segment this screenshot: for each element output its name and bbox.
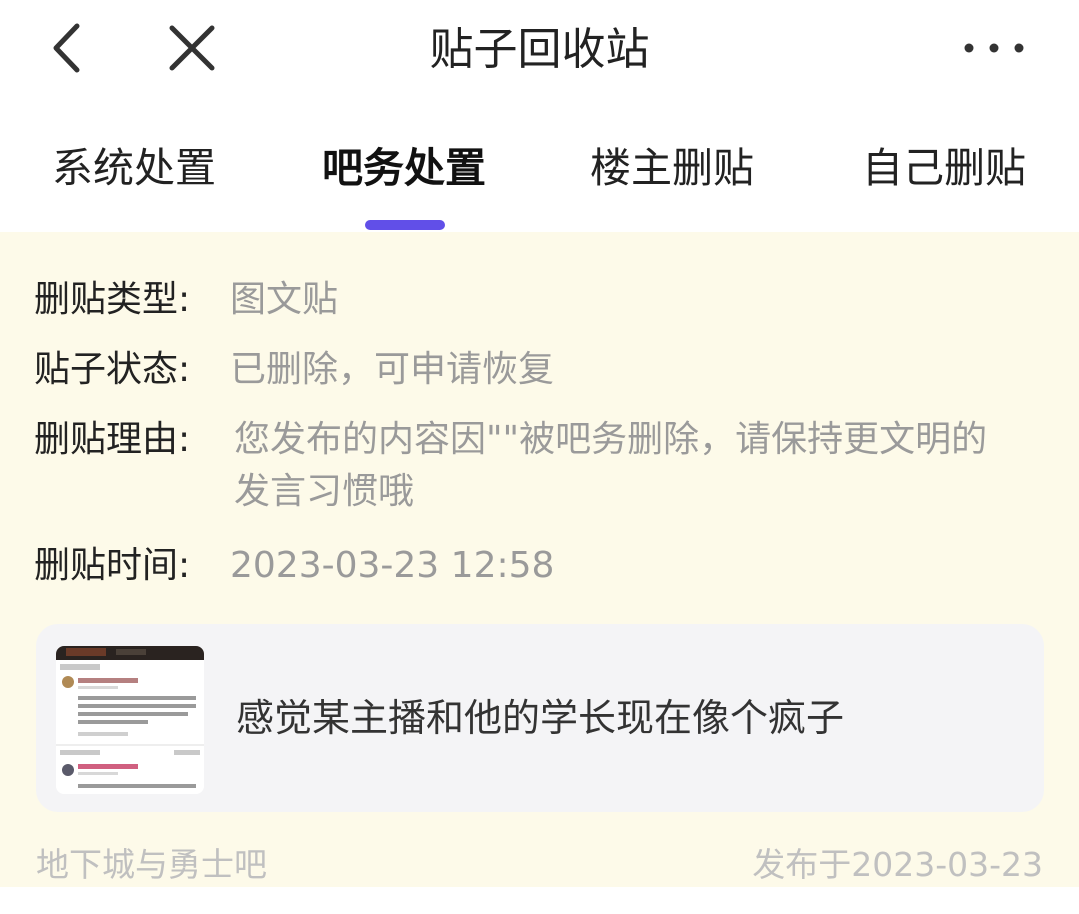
post-status-value: 已删除，可申请恢复 <box>230 349 555 390</box>
delete-reason-label: 删贴理由: <box>34 419 191 460</box>
post-thumbnail <box>56 646 204 794</box>
more-button[interactable] <box>955 22 1035 72</box>
delete-time-row: 删贴时间: 2023-03-23 12:58 <box>34 540 554 592</box>
post-title: 感觉某主播和他的学长现在像个疯子 <box>236 696 845 740</box>
delete-type-row: 删贴类型: 图文贴 <box>34 274 338 326</box>
post-preview-card[interactable]: 感觉某主播和他的学长现在像个疯子 <box>36 624 1044 812</box>
tab-self-deleted[interactable]: 自己删贴 <box>862 138 1026 198</box>
tab-moderator-disposal[interactable]: 吧务处置 <box>322 138 486 198</box>
delete-type-label: 删贴类型: <box>34 279 191 320</box>
delete-reason-row: 删贴理由: 您发布的内容因""被吧务删除，请保持更文明的发言习惯哦 <box>34 414 987 512</box>
more-dots-icon <box>964 43 1024 53</box>
top-bar: 贴子回收站 <box>0 0 1079 110</box>
post-status-label: 贴子状态: <box>34 349 191 390</box>
delete-type-value: 图文贴 <box>230 279 339 320</box>
delete-time-label: 删贴时间: <box>34 545 191 586</box>
forum-name[interactable]: 地下城与勇士吧 <box>36 840 267 890</box>
tab-owner-deleted[interactable]: 楼主删贴 <box>590 138 754 198</box>
deleted-post-panel: 删贴类型: 图文贴 贴子状态: 已删除，可申请恢复 删贴理由: 您发布的内容因""被吧… <box>0 232 1079 887</box>
delete-reason-value: 您发布的内容因""被吧务删除，请保持更文明的发言习惯哦 <box>234 419 988 512</box>
active-tab-indicator <box>365 220 445 230</box>
page-title: 贴子回收站 <box>429 24 650 75</box>
publish-date: 发布于2023-03-23 <box>752 845 1043 884</box>
tab-system-disposal[interactable]: 系统处置 <box>52 138 216 198</box>
tab-bar: 系统处置 吧务处置 楼主删贴 自己删贴 <box>0 130 1079 230</box>
post-status-row: 贴子状态: 已删除，可申请恢复 <box>34 344 554 396</box>
delete-time-value: 2023-03-23 12:58 <box>230 545 555 586</box>
